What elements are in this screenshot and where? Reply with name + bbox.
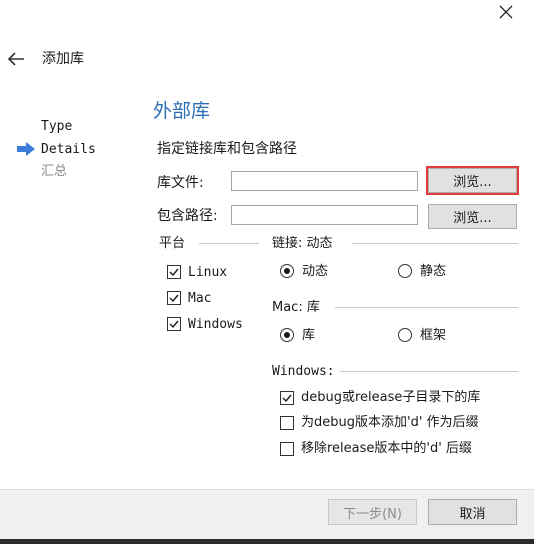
step-type: Type: [41, 119, 73, 134]
platform-group-label: 平台: [159, 236, 190, 252]
windows-label: Windows: [188, 317, 243, 332]
framework-radio[interactable]: [398, 328, 412, 342]
dynamic-label: 动态: [302, 264, 329, 279]
close-icon[interactable]: [497, 3, 515, 21]
check-icon: [169, 268, 179, 277]
check-icon: [282, 394, 292, 403]
next-button-label: 下一步(N): [343, 506, 402, 522]
step-summary: 汇总: [41, 164, 68, 179]
library-radio[interactable]: [280, 328, 294, 342]
linux-checkbox[interactable]: [167, 265, 181, 279]
linkage-group-label: 链接: 动态: [272, 236, 337, 252]
mac-group-label: Mac: 库: [272, 300, 324, 316]
library-file-browse-button[interactable]: 浏览...: [426, 166, 519, 195]
library-label: 库: [302, 328, 316, 343]
include-path-input[interactable]: [231, 205, 418, 225]
windows-divider: [340, 371, 518, 372]
next-button[interactable]: 下一步(N): [328, 499, 417, 525]
add-d-suffix-checkbox[interactable]: [280, 416, 294, 430]
step-details: Details: [41, 142, 96, 157]
linux-label: Linux: [188, 265, 228, 280]
cancel-button-label: 取消: [459, 506, 486, 522]
platform-divider: [199, 243, 259, 244]
debug-release-subdir-checkbox[interactable]: [280, 391, 294, 405]
library-file-browse-label: 浏览...: [453, 175, 492, 190]
static-label: 静态: [420, 264, 447, 279]
debug-release-subdir-label: debug或release子目录下的库: [301, 390, 481, 405]
mac-divider: [335, 307, 518, 308]
remove-d-suffix-checkbox[interactable]: [280, 442, 294, 456]
add-d-suffix-label: 为debug版本添加'd' 作为后缀: [301, 415, 479, 430]
current-step-arrow-icon: [17, 142, 35, 156]
include-path-browse-label: 浏览...: [453, 211, 492, 226]
window-bottom-edge: [0, 539, 534, 544]
library-file-label: 库文件:: [157, 175, 204, 191]
framework-label: 框架: [420, 328, 447, 343]
mac-label: Mac: [188, 291, 212, 306]
cancel-button[interactable]: 取消: [428, 499, 517, 525]
page-subtitle: 指定链接库和包含路径: [157, 141, 297, 157]
linkage-divider: [352, 243, 518, 244]
page-title: 外部库: [153, 100, 211, 122]
dialog-title: 添加库: [42, 51, 84, 67]
back-arrow-icon[interactable]: [6, 50, 26, 68]
include-path-label: 包含路径:: [157, 208, 218, 224]
library-file-input[interactable]: [231, 171, 418, 191]
dynamic-radio[interactable]: [280, 264, 294, 278]
windows-group-label: Windows:: [272, 364, 339, 380]
include-path-browse-button[interactable]: 浏览...: [428, 204, 517, 229]
remove-d-suffix-label: 移除release版本中的'd' 后缀: [301, 441, 472, 456]
mac-checkbox[interactable]: [167, 291, 181, 305]
check-icon: [169, 320, 179, 329]
windows-checkbox[interactable]: [167, 317, 181, 331]
check-icon: [169, 294, 179, 303]
static-radio[interactable]: [398, 264, 412, 278]
